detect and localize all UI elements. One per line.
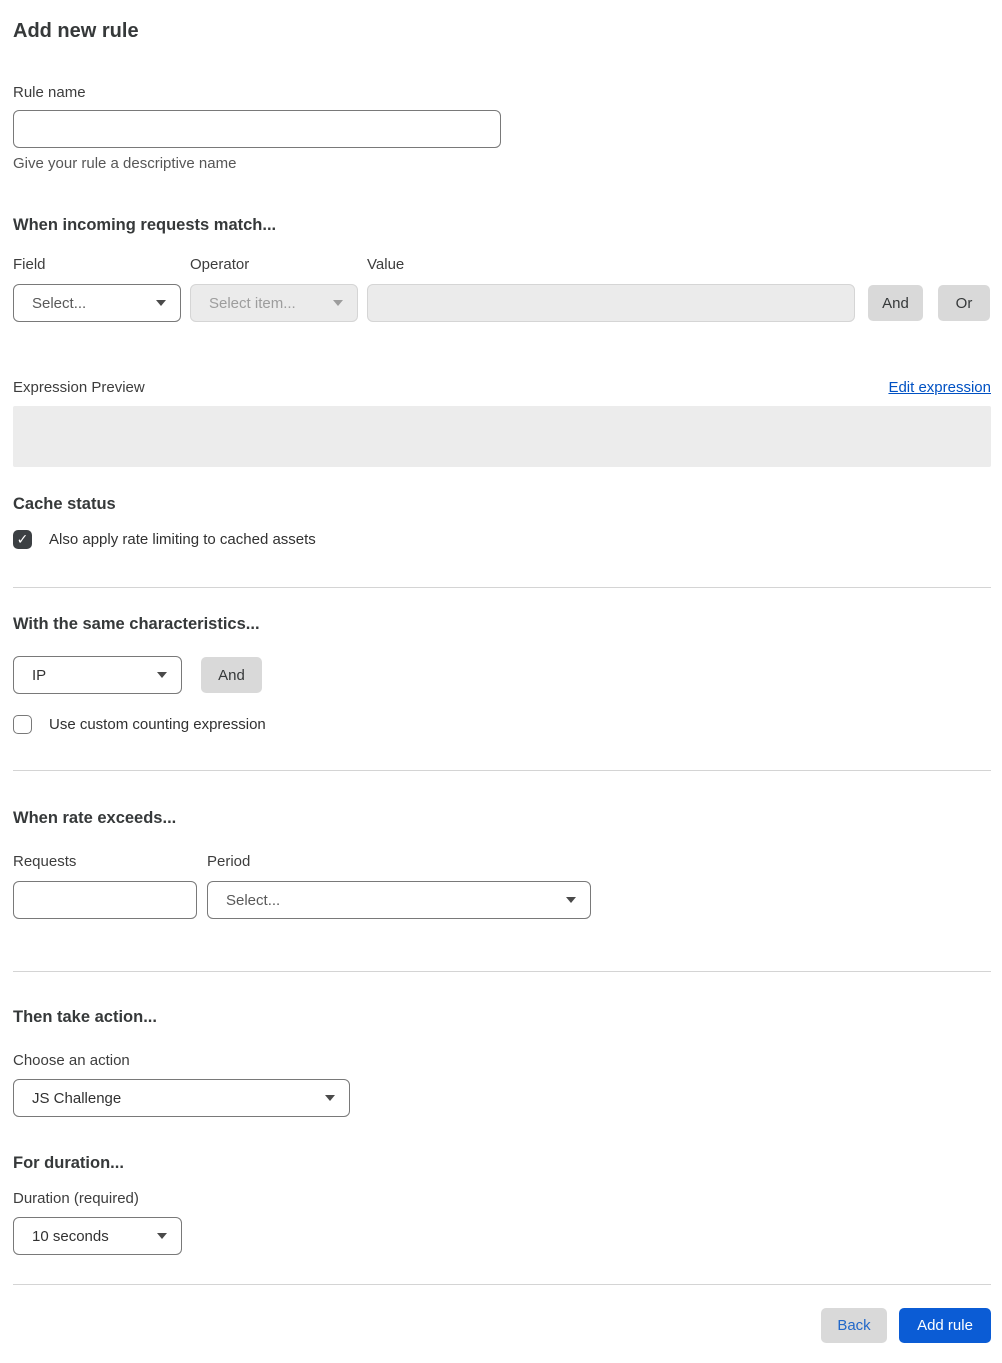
requests-column: Requests [13, 853, 197, 919]
operator-select-value: Select item... [209, 294, 296, 312]
rule-name-input[interactable] [13, 110, 501, 148]
period-label: Period [207, 853, 251, 870]
rate-section: When rate exceeds... Requests Period Sel… [13, 808, 991, 919]
duration-label: Duration (required) [13, 1190, 139, 1207]
characteristic-select-value: IP [32, 666, 47, 684]
action-select-value: JS Challenge [32, 1089, 122, 1107]
action-select[interactable]: JS Challenge [13, 1079, 350, 1117]
chevron-down-icon [157, 1233, 167, 1239]
rule-name-label: Rule name [13, 84, 86, 101]
value-label: Value [367, 256, 405, 273]
cache-status-heading: Cache status [13, 495, 116, 513]
chevron-down-icon [566, 897, 576, 903]
field-select-value: Select... [32, 294, 87, 312]
cache-checkbox-row: ✓ Also apply rate limiting to cached ass… [13, 530, 991, 549]
cache-status-section: Cache status ✓ Also apply rate limiting … [13, 494, 991, 549]
check-icon: ✓ [16, 531, 29, 548]
match-row: Field Select... Operator Select item... … [13, 256, 991, 322]
custom-counting-checkbox-label: Use custom counting expression [49, 716, 266, 733]
requests-label: Requests [13, 853, 77, 870]
back-button[interactable]: Back [821, 1308, 887, 1343]
andor-buttons: And Or [855, 285, 990, 321]
expression-preview-box [13, 406, 991, 467]
add-rule-button[interactable]: Add rule [899, 1308, 991, 1343]
chevron-down-icon [157, 672, 167, 678]
operator-label: Operator [190, 256, 250, 273]
chevron-down-icon [156, 300, 166, 306]
requests-input[interactable] [13, 881, 197, 919]
rate-row: Requests Period Select... [13, 853, 991, 919]
period-select-value: Select... [226, 891, 281, 909]
duration-heading: For duration... [13, 1154, 124, 1172]
rule-name-helper: Give your rule a descriptive name [13, 155, 237, 172]
characteristic-select[interactable]: IP [13, 656, 182, 694]
edit-expression-link[interactable]: Edit expression [888, 379, 991, 396]
and-button[interactable]: And [868, 285, 923, 321]
operator-select: Select item... [190, 284, 358, 322]
rate-heading: When rate exceeds... [13, 809, 177, 827]
page-title: Add new rule [13, 20, 139, 42]
divider [13, 1284, 991, 1285]
chevron-down-icon [333, 300, 343, 306]
field-label: Field [13, 256, 46, 273]
cached-assets-checkbox-label: Also apply rate limiting to cached asset… [49, 531, 316, 548]
match-heading: When incoming requests match... [13, 216, 277, 234]
counting-expression-row: ✓ Use custom counting expression [13, 715, 991, 734]
duration-section: For duration... Duration (required) 10 s… [13, 1153, 991, 1255]
characteristics-section: With the same characteristics... IP And … [13, 614, 991, 734]
characteristics-row: IP And [13, 656, 991, 694]
field-select[interactable]: Select... [13, 284, 181, 322]
action-heading: Then take action... [13, 1008, 157, 1026]
divider [13, 971, 991, 972]
custom-counting-checkbox[interactable]: ✓ [13, 715, 32, 734]
period-select[interactable]: Select... [207, 881, 591, 919]
value-input [367, 284, 855, 322]
expression-preview-label: Expression Preview [13, 379, 145, 396]
add-rule-form: Add new rule Rule name Give your rule a … [0, 0, 1002, 1363]
duration-select[interactable]: 10 seconds [13, 1217, 182, 1255]
characteristics-heading: With the same characteristics... [13, 615, 260, 633]
form-footer: Back Add rule [13, 1308, 991, 1343]
field-column: Field Select... [13, 256, 181, 322]
chevron-down-icon [325, 1095, 335, 1101]
operator-column: Operator Select item... [190, 256, 358, 322]
characteristics-and-button[interactable]: And [201, 657, 262, 693]
expression-section: Expression Preview Edit expression [13, 379, 991, 467]
divider [13, 587, 991, 588]
value-column: Value [367, 256, 855, 322]
period-column: Period Select... [207, 853, 591, 919]
duration-select-value: 10 seconds [32, 1227, 109, 1245]
or-button[interactable]: Or [938, 285, 990, 321]
match-section: When incoming requests match... Field Se… [13, 215, 991, 322]
cached-assets-checkbox[interactable]: ✓ [13, 530, 32, 549]
action-section: Then take action... Choose an action JS … [13, 1007, 991, 1117]
rule-name-group: Rule name Give your rule a descriptive n… [13, 84, 991, 172]
divider [13, 770, 991, 771]
action-label: Choose an action [13, 1052, 130, 1069]
